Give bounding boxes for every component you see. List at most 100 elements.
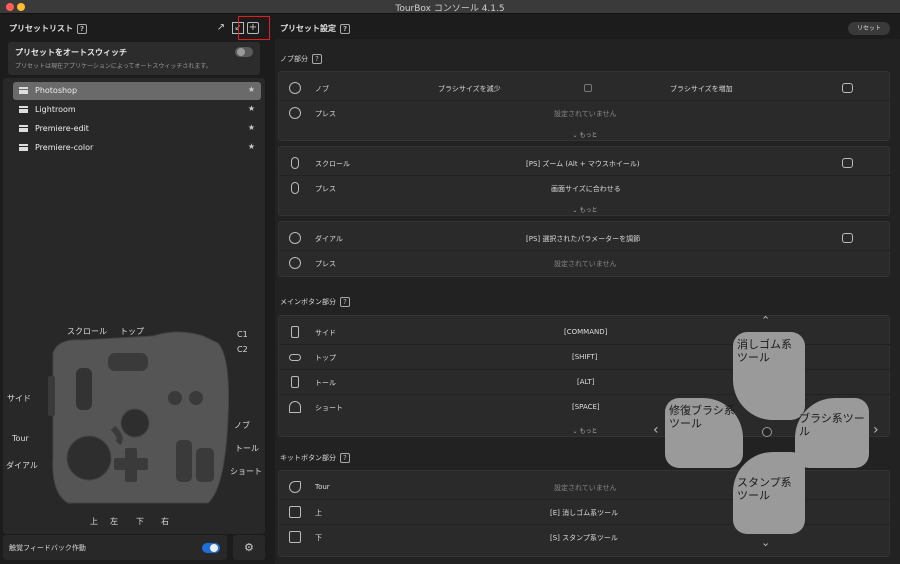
- highlight-box: [238, 16, 270, 40]
- scroll-card: スクロール [PS] ズーム (Alt + マウスホイール) プレス 画面サイズ…: [278, 146, 891, 216]
- preset-settings-header: プリセット設定?: [280, 23, 350, 34]
- preset-item-premiere-color[interactable]: Premiere-color ★: [13, 139, 261, 157]
- label-scroll: スクロール: [67, 327, 107, 336]
- dial-press-row[interactable]: プレス 設定されていません: [279, 251, 891, 276]
- star-icon[interactable]: ★: [248, 142, 255, 151]
- preset-label: Lightroom: [35, 105, 76, 114]
- row-value[interactable]: [E] 消しゴム系ツール: [550, 508, 618, 518]
- row-label: トップ: [315, 354, 336, 362]
- title-bar: TourBox コンソール 4.1.5: [0, 0, 900, 14]
- knob-section-title: ノブ部分?: [280, 54, 322, 64]
- label-short: ショート: [230, 467, 262, 476]
- dpad-left-button[interactable]: 修復ブラシ系ツール: [665, 398, 743, 468]
- help-icon[interactable]: ?: [340, 23, 350, 34]
- dpad-overlay: ⌃ 消しゴム系ツール 修復ブラシ系ツール ブラシ系ツール スタンプ系ツール ‹ …: [653, 314, 883, 559]
- dpad-down-icon: [289, 531, 301, 543]
- more-button[interactable]: ⌄ もっと: [279, 130, 891, 139]
- scroll-press-row[interactable]: プレス 画面サイズに合わせる: [279, 176, 891, 201]
- dpad-top-button[interactable]: 消しゴム系ツール: [733, 332, 805, 420]
- label-c2: C2: [237, 345, 248, 354]
- haptic-panel: 触覚フィードバック作動: [3, 535, 227, 560]
- label-top: トップ: [120, 327, 144, 336]
- dpad-center: [762, 427, 772, 437]
- preset-item-photoshop[interactable]: Photoshop ★: [13, 82, 261, 100]
- chevron-left-icon[interactable]: ‹: [653, 422, 659, 438]
- row-value[interactable]: [SHIFT]: [572, 353, 597, 361]
- preset-item-lightroom[interactable]: Lightroom ★: [13, 101, 261, 119]
- label-dial: ダイアル: [6, 461, 38, 470]
- knob-press-icon: [289, 107, 301, 119]
- preset-label: Premiere-edit: [35, 124, 89, 133]
- chevron-right-icon[interactable]: ›: [873, 422, 879, 438]
- help-icon[interactable]: ?: [77, 23, 87, 34]
- main-section-title: メインボタン部分?: [280, 297, 350, 307]
- edit-icon[interactable]: [842, 158, 853, 168]
- star-icon[interactable]: ★: [248, 85, 255, 94]
- side-button-icon: [291, 326, 299, 338]
- knob-row[interactable]: ノブ ブラシサイズを減少 ブラシサイズを増加: [279, 76, 891, 101]
- auto-switch-title: プリセットをオートスウィッチ: [15, 48, 127, 57]
- row-value[interactable]: [ALT]: [577, 378, 594, 386]
- auto-switch-toggle[interactable]: [235, 47, 253, 57]
- menu-icon: [19, 106, 28, 113]
- top-button: [108, 353, 148, 371]
- row-label: サイド: [315, 329, 336, 337]
- star-icon[interactable]: ★: [248, 123, 255, 132]
- haptic-label: 触覚フィードバック作動: [9, 544, 86, 552]
- knob-right-action[interactable]: ブラシサイズを増加: [670, 84, 733, 94]
- dpad-right-button[interactable]: ブラシ系ツール: [795, 398, 869, 468]
- dial-card: ダイアル [PS] 選択されたパラメーターを調節 プレス 設定されていません: [278, 221, 891, 277]
- swap-icon[interactable]: [584, 84, 592, 92]
- menu-icon: [19, 125, 28, 132]
- row-value[interactable]: [S] スタンプ系ツール: [550, 533, 618, 543]
- more-button[interactable]: ⌄ もっと: [279, 205, 891, 214]
- side-button: [48, 376, 55, 416]
- gear-icon: ⚙: [244, 541, 254, 554]
- row-label: プレス: [315, 260, 336, 268]
- label-tour: Tour: [12, 434, 29, 443]
- edit-icon[interactable]: [842, 233, 853, 243]
- label-left: 左: [110, 517, 118, 526]
- c2-button: [189, 391, 203, 405]
- row-label: 上: [315, 509, 322, 517]
- row-value[interactable]: 設定されていません: [554, 109, 617, 119]
- chevron-down-icon[interactable]: ⌄: [761, 536, 770, 549]
- preset-item-premiere-edit[interactable]: Premiere-edit ★: [13, 120, 261, 138]
- row-label: ショート: [315, 404, 343, 412]
- dpad-up-icon: [289, 506, 301, 518]
- row-value[interactable]: 画面サイズに合わせる: [551, 184, 621, 194]
- dial-row[interactable]: ダイアル [PS] 選択されたパラメーターを調節: [279, 226, 891, 251]
- haptic-toggle[interactable]: [202, 543, 220, 553]
- row-label: プレス: [315, 110, 336, 118]
- top-button-icon: [289, 354, 301, 361]
- knob-press-row[interactable]: プレス 設定されていません: [279, 101, 891, 126]
- device-settings-button[interactable]: ⚙: [233, 535, 265, 560]
- preset-label: Premiere-color: [35, 143, 94, 152]
- scroll-row[interactable]: スクロール [PS] ズーム (Alt + マウスホイール): [279, 151, 891, 176]
- row-value[interactable]: 設定されていません: [554, 259, 617, 269]
- label-down: 下: [136, 517, 144, 526]
- row-value[interactable]: [COMMAND]: [564, 328, 607, 336]
- left-column: プリセットリスト? ↗ ↙ + プリセットをオートスウィッチ プリセットは現在ア…: [0, 14, 270, 564]
- export-icon[interactable]: ↗: [215, 22, 227, 34]
- row-value[interactable]: [SPACE]: [572, 403, 600, 411]
- c1-button: [168, 391, 182, 405]
- short-button: [196, 448, 214, 482]
- knob: [120, 408, 150, 438]
- dpad-bottom-button[interactable]: スタンプ系ツール: [733, 452, 805, 534]
- row-label: トール: [315, 379, 336, 387]
- star-icon[interactable]: ★: [248, 104, 255, 113]
- chevron-up-icon[interactable]: ⌃: [761, 314, 770, 327]
- row-value[interactable]: [PS] ズーム (Alt + マウスホイール): [526, 159, 640, 169]
- row-label: プレス: [315, 185, 336, 193]
- label-c1: C1: [237, 330, 248, 339]
- row-value[interactable]: 設定されていません: [554, 483, 617, 493]
- edit-icon[interactable]: [842, 83, 853, 93]
- scroll-wheel: [76, 368, 92, 410]
- knob-left-action[interactable]: ブラシサイズを減少: [438, 84, 501, 94]
- row-value[interactable]: [PS] 選択されたパラメーターを調節: [526, 234, 640, 244]
- kit-section-title: キットボタン部分?: [280, 453, 350, 463]
- tour-button-icon: [289, 481, 301, 493]
- reset-button[interactable]: リセット: [848, 22, 890, 35]
- device-diagram-panel: スクロール トップ C1 C2 サイド ノブ Tour トール ダイアル ショー…: [3, 298, 265, 534]
